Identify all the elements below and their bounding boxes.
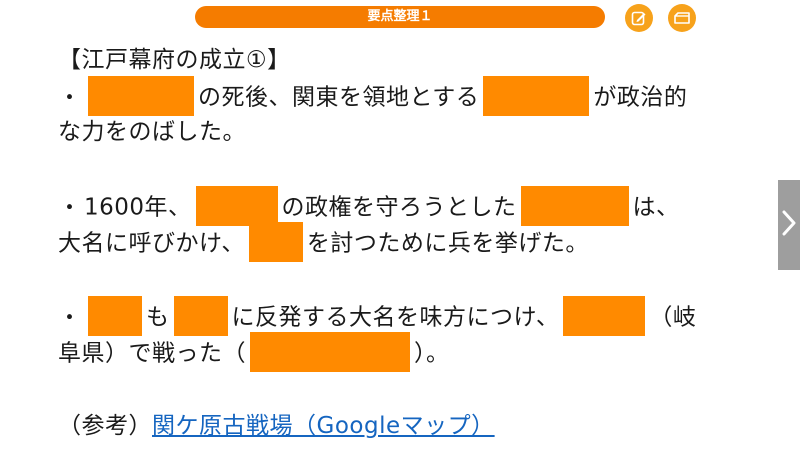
page-title: 要点整理１ xyxy=(195,6,605,28)
card-icon xyxy=(673,11,691,25)
lesson-content: 【江戸幕府の成立①】 ・の死後、関東を領地とする が政治的 な力をのばした。 ・ 1… xyxy=(58,42,763,444)
chevron-right-icon xyxy=(782,210,796,240)
section-heading: 【江戸幕府の成立①】 xyxy=(58,47,291,73)
text: ）。 xyxy=(414,340,450,367)
reference-link[interactable]: 関ケ原古戦場（Googleマップ） xyxy=(152,413,495,439)
answer-blank[interactable] xyxy=(483,76,590,116)
edit-note-icon xyxy=(631,10,647,26)
text: 阜県）で戦った（ xyxy=(58,340,246,367)
paragraph-1-line-1: ・ の死後、関東を領地とする が政治的 xyxy=(58,76,763,116)
reference-label: （参考） xyxy=(58,413,152,439)
answer-blank[interactable] xyxy=(195,186,278,226)
lesson-page: 要点整理１ 【江戸幕府の成立①】 ・ の死後、関東を領地とする が政治的 な力をのば… xyxy=(0,0,800,456)
answer-blank[interactable] xyxy=(563,296,646,336)
paragraph-1-line-2: な力をのばした。 xyxy=(58,119,246,145)
paragraph-3-line-2: 阜県）で戦った（ ）。 xyxy=(58,332,763,372)
bullet: ・ xyxy=(58,194,82,221)
text: の死後、関東を領地とする xyxy=(198,84,480,111)
paragraph-3-line-1: ・ も に反発する大名を味方につけ、 （岐 xyxy=(58,296,763,336)
text: を討つために兵を挙げた。 xyxy=(306,230,589,257)
edit-button[interactable] xyxy=(625,4,653,32)
bullet: ・ xyxy=(58,84,82,111)
next-page-tab[interactable] xyxy=(778,180,800,270)
card-button[interactable] xyxy=(668,4,696,32)
text: が政治的 xyxy=(593,84,688,111)
answer-blank[interactable] xyxy=(250,332,410,372)
text: も xyxy=(146,304,170,331)
text: （岐 xyxy=(649,304,697,331)
text: 1600年、 xyxy=(84,194,192,221)
bullet: ・ xyxy=(58,304,82,331)
text: の政権を守ろうとした xyxy=(281,194,517,221)
answer-blank[interactable] xyxy=(88,76,194,116)
answer-blank[interactable] xyxy=(248,222,303,262)
text: は、 xyxy=(632,194,680,221)
reference-line: （参考）関ケ原古戦場（Googleマップ） xyxy=(58,408,763,444)
paragraph-2-line-1: ・ 1600年、 の政権を守ろうとした は、 xyxy=(58,186,763,226)
paragraph-2-line-2: 大名に呼びかけ、 を討つために兵を挙げた。 xyxy=(58,222,763,262)
answer-blank[interactable] xyxy=(88,296,142,336)
answer-blank[interactable] xyxy=(520,186,629,226)
answer-blank[interactable] xyxy=(173,296,228,336)
text: 大名に呼びかけ、 xyxy=(58,230,245,257)
text: に反発する大名を味方につけ、 xyxy=(231,304,560,331)
